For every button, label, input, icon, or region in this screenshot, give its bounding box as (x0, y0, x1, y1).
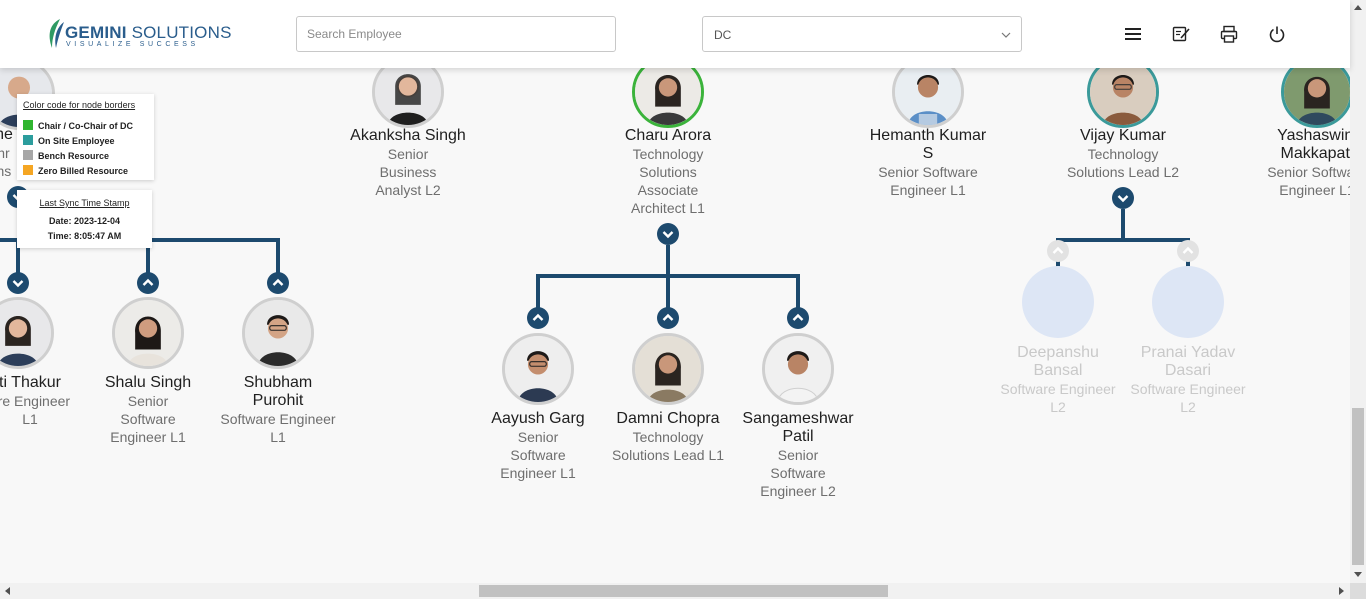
employee-name: Charu Arora (624, 127, 712, 144)
logo-tagline: VISUALIZE SUCCESS (66, 41, 199, 48)
employee-designation: Senior Software Engineer L1 (500, 429, 576, 481)
org-node[interactable]: Aayush Garg Senior Software Engineer L1 (473, 410, 603, 482)
legend-swatch (23, 165, 33, 175)
org-node[interactable]: Akanksha Singh Senior Business Analyst L… (343, 127, 473, 199)
employee-avatar-placeholder[interactable] (1022, 266, 1094, 338)
legend-title: Color code for node borders (23, 100, 136, 110)
org-node[interactable]: Pranai Yadav Dasari Software Engineer L2 (1123, 344, 1253, 416)
scroll-right-arrow[interactable] (1339, 587, 1344, 595)
border-color-legend: Color code for node borders Chair / Co-C… (17, 94, 154, 180)
scroll-down-arrow[interactable] (1354, 572, 1362, 577)
expand-toggle-button[interactable] (1047, 240, 1069, 262)
vertical-scroll-thumb[interactable] (1352, 408, 1364, 565)
legend-item: On Site Employee (23, 135, 115, 147)
employee-designation: Software Engineer L2 (1000, 381, 1116, 415)
logo-leaf-icon (49, 19, 64, 48)
employee-avatar[interactable] (632, 333, 704, 405)
org-node[interactable]: Shalu Singh Senior Software Engineer L1 (83, 374, 213, 446)
org-node[interactable]: Shubham Purohit Software Engineer L1 (213, 374, 343, 446)
employee-avatar[interactable] (502, 333, 574, 405)
employee-name: Sangameshwar Patil (742, 410, 854, 445)
collapse-toggle-button[interactable] (7, 272, 29, 294)
logo-brand-text: GEMINI SOLUTIONS (65, 23, 232, 42)
employee-designation: Senior Software Engineer L1 (878, 164, 978, 198)
employee-name: Vijay Kumar (1080, 127, 1166, 144)
expand-toggle-button[interactable] (787, 307, 809, 329)
horizontal-scroll-thumb[interactable] (479, 585, 888, 597)
employee-name: Damni Chopra (616, 410, 720, 427)
employee-avatar-placeholder[interactable] (1152, 266, 1224, 338)
employee-name: Akanksha Singh (350, 127, 466, 144)
scroll-left-arrow[interactable] (5, 587, 10, 595)
legend-item: Chair / Co-Chair of DC (23, 120, 133, 132)
employee-designation: L1 (22, 411, 38, 427)
horizontal-scrollbar[interactable] (0, 583, 1350, 599)
org-node[interactable]: Deepanshu Bansal Software Engineer L2 (993, 344, 1123, 416)
employee-designation: Software Engineer L1 (220, 411, 336, 445)
legend-swatch (23, 135, 33, 145)
org-node[interactable]: Hemanth Kumar S Senior Software Engineer… (863, 127, 993, 199)
sync-timestamp-panel: Last Sync Time Stamp Date: 2023-12-04 Ti… (17, 190, 152, 248)
chevron-down-icon (1001, 32, 1011, 38)
scroll-up-arrow[interactable] (1354, 5, 1362, 10)
employee-name: Pranai Yadav Dasari (1140, 344, 1236, 379)
employee-name: Shalu Singh (104, 374, 192, 391)
vertical-scrollbar[interactable] (1350, 0, 1366, 583)
org-node[interactable]: Yashaswini Makkapati Senior Software Eng… (1252, 127, 1350, 199)
scrollbar-corner (1350, 583, 1366, 599)
employee-designation: Technology Solutions Associate Architect… (631, 146, 705, 216)
org-chart-canvas[interactable]: she chr ons Akanksha Singh Senior Busine… (0, 68, 1350, 583)
employee-avatar[interactable] (242, 297, 314, 369)
sync-date: Date: 2023-12-04 (48, 216, 121, 226)
edit-note-icon[interactable] (1171, 24, 1191, 44)
department-select-value: DC (714, 28, 732, 42)
employee-designation: Senior Software Engineer L1 (1267, 164, 1350, 198)
company-logo[interactable]: GEMINI SOLUTIONS VISUALIZE SUCCESS (46, 17, 231, 51)
sync-title: Last Sync Time Stamp (39, 198, 130, 208)
employee-name: Hemanth Kumar S (869, 127, 987, 162)
employee-avatar[interactable] (762, 333, 834, 405)
department-select[interactable]: DC (702, 16, 1022, 52)
employee-avatar[interactable] (112, 297, 184, 369)
power-icon[interactable] (1267, 24, 1287, 44)
legend-swatch (23, 120, 33, 130)
employee-designation: Senior Software Engineer L1 (110, 393, 186, 445)
org-node-partial[interactable]: ti Thakur are Engineer L1 (0, 374, 95, 428)
employee-name: ti Thakur (0, 374, 61, 391)
employee-name: Yashaswini Makkapati (1277, 127, 1350, 162)
org-node[interactable]: Damni Chopra Technology Solutions Lead L… (603, 410, 733, 464)
print-icon[interactable] (1219, 24, 1239, 44)
legend-swatch (23, 150, 33, 160)
legend-item: Zero Billed Resource (23, 165, 128, 177)
legend-item: Bench Resource (23, 150, 109, 162)
expand-toggle-button[interactable] (1177, 240, 1199, 262)
expand-toggle-button[interactable] (527, 307, 549, 329)
employee-designation: Senior Business Analyst L2 (375, 146, 441, 198)
expand-toggle-button[interactable] (137, 272, 159, 294)
employee-designation: Senior Software Engineer L2 (760, 447, 836, 499)
employee-designation: Software Engineer L2 (1130, 381, 1246, 415)
app-header: GEMINI SOLUTIONS VISUALIZE SUCCESS DC (0, 0, 1350, 68)
employee-designation: are Engineer (0, 393, 71, 409)
collapse-toggle-button[interactable] (657, 223, 679, 245)
employee-designation: Technology Solutions Lead L2 (1066, 146, 1180, 180)
org-node[interactable]: Charu Arora Technology Solutions Associa… (603, 127, 733, 217)
employee-name: Aayush Garg (491, 410, 585, 427)
sync-time: Time: 8:05:47 AM (47, 231, 122, 241)
expand-toggle-button[interactable] (657, 307, 679, 329)
search-employee-input[interactable] (296, 16, 616, 52)
expand-toggle-button[interactable] (267, 272, 289, 294)
org-node[interactable]: Sangameshwar Patil Senior Software Engin… (733, 410, 863, 500)
employee-name: Shubham Purohit (243, 374, 313, 409)
employee-name: Deepanshu Bansal (1017, 344, 1099, 379)
menu-icon[interactable] (1123, 24, 1143, 44)
employee-designation: Technology Solutions Lead L1 (611, 429, 725, 463)
org-node[interactable]: Vijay Kumar Technology Solutions Lead L2 (1058, 127, 1188, 181)
collapse-toggle-button[interactable] (1112, 187, 1134, 209)
